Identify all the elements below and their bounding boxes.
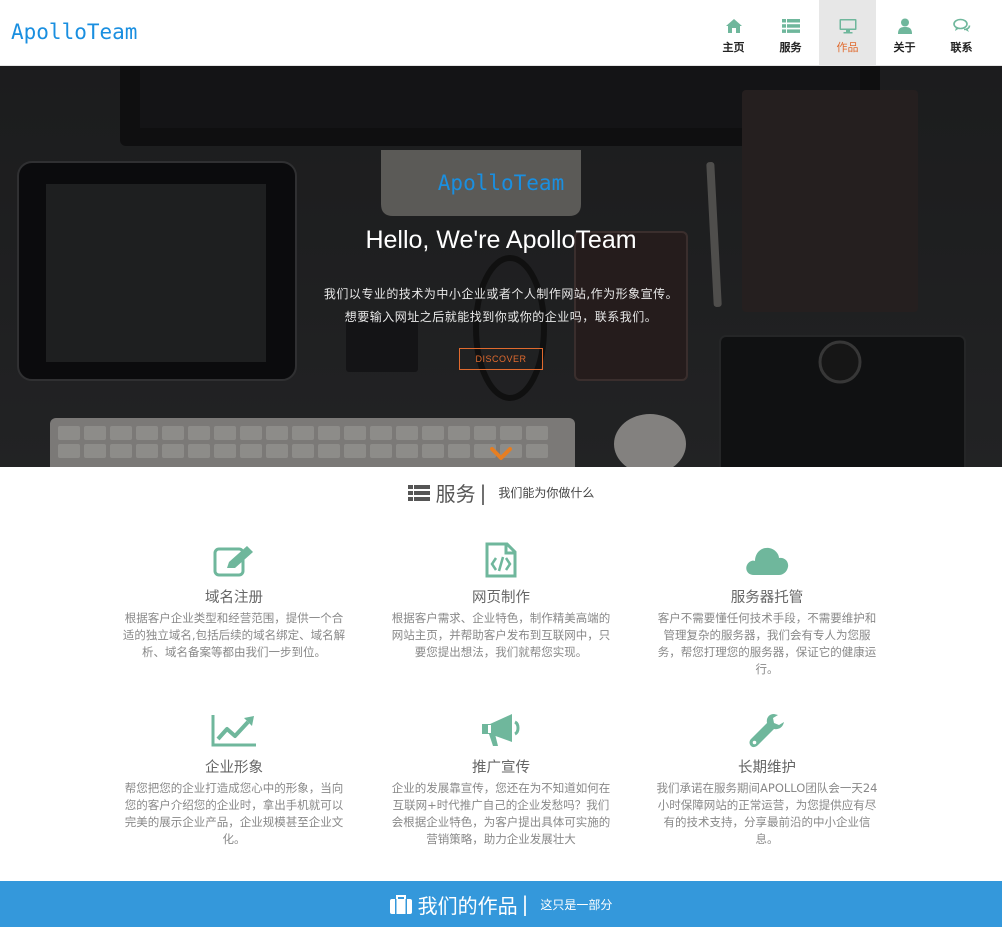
briefcase-icon [389, 894, 412, 914]
nav-label: 联系 [950, 41, 973, 54]
cloud-icon [746, 547, 789, 575]
services-subtitle: 我们能为你做什么 [498, 486, 595, 500]
user-icon [897, 18, 912, 34]
bullhorn-icon [482, 714, 520, 746]
hero-title: Hello, We're ApolloTeam [365, 226, 637, 254]
list-icon [781, 19, 800, 33]
service-item-promotion: 推广宣传 企业的发展靠宣传，您还在为不知道如何在互联网+时代推广自己的企业发愁吗… [386, 712, 616, 848]
heading-divider: | [479, 480, 487, 505]
works-title: 我们的作品 [417, 893, 518, 918]
list-icon [407, 484, 430, 501]
line-chart-icon [211, 715, 256, 747]
service-item-webpage: 网页制作 根据客户需求、企业特色，制作精美高端的网站主页，并帮助客户发布到互联网… [386, 542, 616, 661]
service-name: 推广宣传 [472, 760, 530, 776]
hero-tagline-1: 我们以专业的技术为中小企业或者个人制作网站,作为形象宣传。 [323, 287, 679, 301]
service-desc: 企业的发展靠宣传，您还在为不知道如何在互联网+时代推广自己的企业发愁吗？我们会根… [391, 781, 611, 846]
home-icon [725, 19, 742, 33]
services-heading: 服务 | 我们能为你做什么 [0, 478, 1002, 507]
service-item-image: 企业形象 帮您把您的企业打造成您心中的形象，当向您的客户介绍您的企业时，拿出手机… [119, 712, 349, 848]
heading-divider: | [521, 892, 529, 916]
nav-item-about[interactable]: 关于 [876, 0, 933, 66]
service-desc: 根据客户企业类型和经营范围，提供一个合适的独立域名,包括后续的域名绑定、域名解析… [122, 611, 346, 659]
nav-item-services[interactable]: 服务 [762, 0, 819, 66]
service-desc: 我们承诺在服务期间APOLLO团队会一天24小时保障网站的正常运营，为您提供应有… [656, 781, 878, 846]
edit-icon [213, 546, 253, 577]
hero-brand: ApolloTeam [437, 171, 565, 195]
nav-label: 关于 [893, 41, 916, 54]
chevron-down-icon[interactable] [490, 447, 512, 461]
wrench-icon [749, 714, 784, 748]
nav-item-home[interactable]: 主页 [705, 0, 762, 66]
desktop-icon [839, 19, 856, 34]
comments-icon [952, 18, 970, 32]
service-desc: 根据客户需求、企业特色，制作精美高端的网站主页，并帮助客户发布到互联网中，只要您… [391, 611, 611, 659]
service-desc: 帮您把您的企业打造成您心中的形象，当向您的客户介绍您的企业时，拿出手机就可以完美… [124, 781, 344, 846]
nav-item-contact[interactable]: 联系 [933, 0, 990, 66]
service-desc: 客户不需要懂任何技术手段，不需要维护和管理复杂的服务器，我们会有专人为您服务，帮… [657, 611, 877, 676]
hero-section: ApolloTeam Hello, We're ApolloTeam 我们以专业… [0, 66, 1002, 467]
code-file-icon [485, 542, 517, 578]
hero-tagline-2: 想要输入网址之后就能找到你或你的企业吗，联系我们。 [344, 310, 658, 324]
service-name: 长期维护 [738, 760, 796, 776]
services-title: 服务 [435, 482, 476, 506]
hero-background-image [0, 66, 1002, 467]
service-name: 网页制作 [472, 590, 530, 606]
works-section-header: 我们的作品 | 这只是一部分 [0, 881, 1002, 927]
site-header: ApolloTeam 主页 服务 作品 关于 联系 [0, 0, 1002, 66]
discover-button[interactable]: DISCOVER [459, 348, 543, 370]
service-item-maintenance: 长期维护 我们承诺在服务期间APOLLO团队会一天24小时保障网站的正常运营，为… [652, 712, 882, 848]
nav-item-works[interactable]: 作品 [819, 0, 876, 66]
nav-label: 作品 [836, 41, 859, 54]
service-name: 企业形象 [205, 760, 263, 776]
nav-label: 服务 [779, 41, 802, 54]
site-logo[interactable]: ApolloTeam [11, 20, 137, 44]
main-nav: 主页 服务 作品 关于 联系 [705, 0, 990, 66]
service-item-hosting: 服务器托管 客户不需要懂任何技术手段，不需要维护和管理复杂的服务器，我们会有专人… [652, 542, 882, 678]
nav-label: 主页 [722, 41, 745, 54]
service-name: 域名注册 [205, 590, 263, 606]
service-item-domain: 域名注册 根据客户企业类型和经营范围，提供一个合适的独立域名,包括后续的域名绑定… [119, 542, 349, 661]
service-name: 服务器托管 [730, 590, 804, 606]
works-subtitle: 这只是一部分 [540, 897, 613, 912]
